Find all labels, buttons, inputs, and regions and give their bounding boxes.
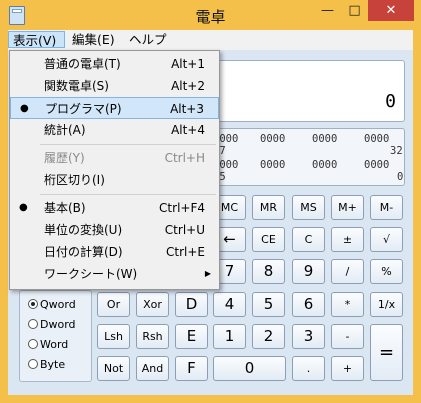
bit-group[interactable]: 0000	[364, 133, 389, 145]
rsh-button[interactable]: Rsh	[136, 324, 169, 349]
reciprocal-button[interactable]: 1/x	[370, 292, 403, 317]
bit-display: 0000 0000 0000 0000 47 32 0000 0000 0000…	[200, 128, 405, 186]
menu-bar: 表示(V) 編集(E) ヘルプ(H)	[8, 30, 413, 64]
digit-5-button[interactable]: 5	[252, 292, 285, 317]
digit-0-button[interactable]: 0	[213, 356, 286, 381]
m-minus-button[interactable]: M-	[370, 195, 403, 220]
lsh-button[interactable]: Lsh	[97, 324, 130, 349]
menu-item-worksheets[interactable]: ワークシート(W) ▶	[10, 263, 219, 285]
byte-radio[interactable]: Byte	[28, 358, 65, 371]
bit-group[interactable]: 0000	[260, 133, 285, 145]
menu-separator	[40, 194, 216, 195]
bit-group[interactable]: 0000	[364, 159, 389, 171]
menu-item-programmer[interactable]: ● プログラマ(P) Alt+3	[10, 97, 219, 119]
calculator-window: 電卓 — □ ✕ 表示(V) 編集(E) ヘルプ(H) 0 0000 0000 …	[0, 0, 421, 403]
multiply-button[interactable]: *	[331, 292, 364, 317]
radio-unchecked-icon	[28, 339, 38, 349]
menu-item-date-calculation[interactable]: 日付の計算(D) Ctrl+E	[10, 241, 219, 263]
sqrt-button[interactable]: √	[370, 227, 403, 252]
bit-position-label: 0	[397, 171, 404, 183]
word-radio[interactable]: Word	[28, 338, 68, 351]
menu-view[interactable]: 表示(V)	[8, 31, 65, 48]
radio-unchecked-icon	[28, 359, 38, 369]
menu-item-digit-grouping[interactable]: 桁区切り(I)	[10, 169, 219, 191]
divide-button[interactable]: /	[331, 259, 364, 284]
digit-6-button[interactable]: 6	[292, 292, 325, 317]
close-button[interactable]: ✕	[368, 0, 414, 21]
menu-help[interactable]: ヘルプ(H)	[125, 31, 183, 64]
digit-9-button[interactable]: 9	[292, 259, 325, 284]
view-dropdown-menu: 普通の電卓(T) Alt+1 関数電卓(S) Alt+2 ● プログラマ(P) Alt+…	[9, 50, 220, 290]
radio-bullet-icon: ●	[20, 103, 29, 114]
decimal-button[interactable]: .	[292, 356, 325, 381]
bit-position-label: 32	[390, 145, 403, 157]
plus-minus-button[interactable]: ±	[331, 227, 364, 252]
menu-item-statistics[interactable]: 統計(A) Alt+4	[10, 119, 219, 141]
qword-label: Qword	[40, 298, 76, 311]
menu-item-standard[interactable]: 普通の電卓(T) Alt+1	[10, 53, 219, 75]
m-plus-button[interactable]: M+	[331, 195, 364, 220]
word-size-group: Qword Dword Word Byte	[19, 290, 92, 382]
display-panel: 0	[200, 60, 405, 122]
digit-4-button[interactable]: 4	[213, 292, 246, 317]
qword-radio[interactable]: Qword	[28, 298, 76, 311]
radio-bullet-icon: ●	[19, 202, 28, 213]
ce-button[interactable]: CE	[252, 227, 285, 252]
ms-button[interactable]: MS	[292, 195, 325, 220]
hex-f-button[interactable]: F	[175, 356, 208, 381]
menu-edit[interactable]: 編集(E)	[68, 31, 123, 48]
clear-button[interactable]: C	[292, 227, 325, 252]
radio-checked-icon	[28, 299, 38, 309]
menu-separator	[40, 144, 216, 145]
dword-label: Dword	[40, 318, 76, 331]
menu-item-history: 履歴(Y) Ctrl+H	[44, 151, 205, 165]
radio-unchecked-icon	[28, 319, 38, 329]
percent-button[interactable]: %	[370, 259, 403, 284]
or-button[interactable]: Or	[97, 292, 130, 317]
hex-e-button[interactable]: E	[175, 324, 208, 349]
subtract-button[interactable]: -	[331, 324, 364, 349]
equals-button[interactable]: =	[370, 324, 403, 381]
dword-radio[interactable]: Dword	[28, 318, 76, 331]
bit-group[interactable]: 0000	[312, 159, 337, 171]
add-button[interactable]: +	[331, 356, 364, 381]
display-value: 0	[385, 91, 396, 112]
hex-d-button[interactable]: D	[175, 292, 208, 317]
digit-1-button[interactable]: 1	[213, 324, 246, 349]
menu-item-scientific[interactable]: 関数電卓(S) Alt+2	[10, 75, 219, 97]
and-button[interactable]: And	[136, 356, 169, 381]
digit-2-button[interactable]: 2	[252, 324, 285, 349]
digit-3-button[interactable]: 3	[292, 324, 325, 349]
bit-group[interactable]: 0000	[312, 133, 337, 145]
byte-label: Byte	[40, 358, 66, 371]
xor-button[interactable]: Xor	[136, 292, 169, 317]
mr-button[interactable]: MR	[252, 195, 285, 220]
bit-group[interactable]: 0000	[260, 159, 285, 171]
title-bar[interactable]: 電卓 — □ ✕	[0, 0, 421, 30]
minimize-button[interactable]: —	[314, 0, 341, 21]
submenu-arrow-icon: ▶	[204, 269, 211, 278]
digit-8-button[interactable]: 8	[252, 259, 285, 284]
maximize-button[interactable]: □	[341, 0, 368, 21]
menu-item-unit-conversion[interactable]: 単位の変換(U) Ctrl+U	[10, 219, 219, 241]
word-label: Word	[40, 338, 69, 351]
not-button[interactable]: Not	[97, 356, 130, 381]
menu-item-basic[interactable]: ● 基本(B) Ctrl+F4	[10, 197, 219, 219]
